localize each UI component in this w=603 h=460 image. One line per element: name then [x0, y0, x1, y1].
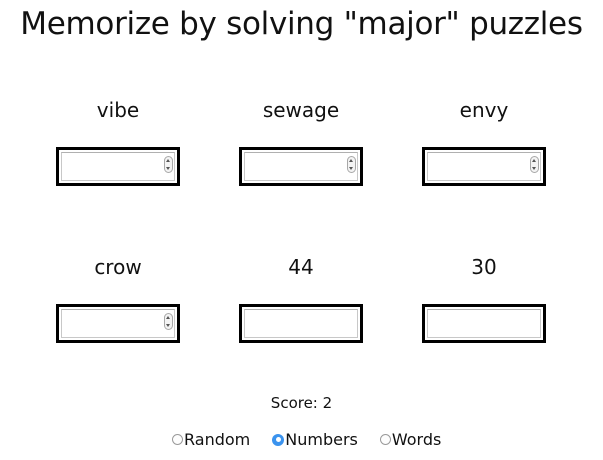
mode-words[interactable]: Words [379, 430, 442, 449]
stepper-up-icon[interactable] [349, 159, 353, 162]
mode-label: Numbers [285, 430, 358, 449]
answer-input-crow[interactable] [56, 304, 180, 343]
puzzle-envy: envy [422, 97, 546, 186]
puzzle-30: 30 [422, 254, 546, 343]
puzzle-label: sewage [262, 98, 340, 122]
number-stepper-icon[interactable] [347, 156, 356, 173]
score-text: Score: 2 [270, 394, 333, 412]
puzzle-crow: crow [56, 254, 180, 343]
stepper-down-icon[interactable] [166, 324, 170, 327]
puzzle-label: 30 [471, 255, 497, 279]
mode-selector: Random Numbers Words [172, 430, 463, 449]
mode-label: Words [391, 430, 442, 449]
number-stepper-icon[interactable] [530, 156, 539, 173]
page-title: Memorize by solving "major" puzzles [20, 6, 583, 42]
radio-checked-icon[interactable] [272, 433, 285, 446]
puzzle-label: vibe [96, 98, 140, 122]
puzzle-vibe: vibe [56, 97, 180, 186]
radio-unchecked-icon[interactable] [172, 434, 183, 445]
answer-input-envy[interactable] [422, 147, 546, 186]
answer-input-44[interactable] [239, 304, 363, 343]
mode-label: Random [184, 430, 251, 449]
puzzle-label: 44 [288, 255, 314, 279]
stepper-down-icon[interactable] [349, 167, 353, 170]
stepper-down-icon[interactable] [532, 167, 536, 170]
puzzle-label: crow [94, 255, 142, 279]
stepper-up-icon[interactable] [532, 159, 536, 162]
puzzle-label: envy [459, 98, 509, 122]
radio-unchecked-icon[interactable] [379, 434, 391, 445]
stepper-down-icon[interactable] [166, 167, 170, 170]
stepper-up-icon[interactable] [166, 159, 170, 162]
stepper-up-icon[interactable] [166, 316, 170, 319]
puzzle-44: 44 [239, 254, 363, 343]
puzzle-sewage: sewage [239, 97, 363, 186]
number-stepper-icon[interactable] [164, 156, 173, 173]
answer-input-30[interactable] [422, 304, 546, 343]
answer-input-sewage[interactable] [239, 147, 363, 186]
answer-input-vibe[interactable] [56, 147, 180, 186]
mode-numbers[interactable]: Numbers [272, 430, 358, 449]
mode-random[interactable]: Random [172, 430, 250, 449]
number-stepper-icon[interactable] [164, 313, 173, 330]
